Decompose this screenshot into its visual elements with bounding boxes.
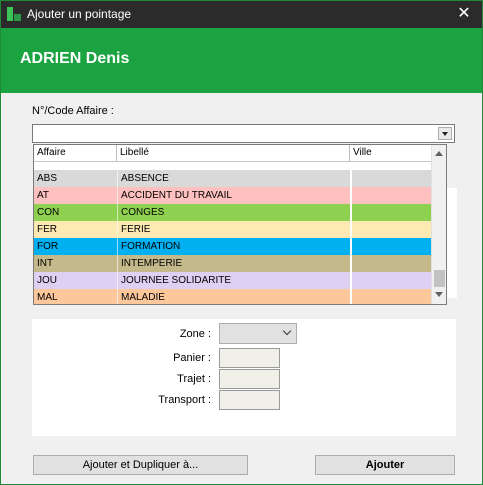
affaire-code: FER bbox=[37, 224, 57, 235]
add-and-duplicate-button[interactable]: Ajouter et Dupliquer à... bbox=[33, 455, 248, 475]
window-title: Ajouter un pointage bbox=[27, 7, 132, 21]
affaire-ville bbox=[350, 170, 431, 187]
affaire-libelle: INTEMPERIE bbox=[117, 255, 350, 272]
vertical-scrollbar[interactable] bbox=[431, 145, 446, 304]
list-header: Affaire Libellé Ville bbox=[34, 145, 431, 162]
affaire-code: INT bbox=[37, 258, 54, 269]
affaire-ville bbox=[350, 221, 431, 238]
scroll-thumb[interactable] bbox=[434, 270, 445, 287]
list-item[interactable]: CON CONGES bbox=[34, 204, 431, 221]
add-button[interactable]: Ajouter bbox=[315, 455, 455, 475]
chevron-down-icon bbox=[284, 328, 292, 336]
affaire-code: AT bbox=[37, 190, 50, 201]
column-header-ville[interactable]: Ville bbox=[350, 145, 431, 161]
close-icon[interactable]: ✕ bbox=[452, 4, 476, 24]
affaire-ville bbox=[350, 289, 431, 304]
affaire-libelle: FORMATION bbox=[117, 238, 350, 255]
affaire-ville bbox=[350, 204, 431, 221]
affaire-code: CON bbox=[37, 207, 60, 218]
affaire-code: ABS bbox=[37, 173, 58, 184]
dialog-window: Ajouter un pointage ✕ ADRIEN Denis N°/Co… bbox=[0, 0, 483, 485]
affaire-ville bbox=[350, 255, 431, 272]
scroll-up-icon[interactable] bbox=[432, 147, 446, 161]
list-item[interactable]: INT INTEMPERIE bbox=[34, 255, 431, 272]
list-item[interactable]: FER FERIE bbox=[34, 221, 431, 238]
list-item-partial: ... bbox=[34, 162, 431, 170]
affaire-ville bbox=[350, 238, 431, 255]
column-header-affaire[interactable]: Affaire bbox=[34, 145, 117, 161]
affaire-ville bbox=[350, 272, 431, 289]
app-logo-icon bbox=[7, 7, 21, 21]
zone-label: Zone : bbox=[179, 328, 211, 340]
affaire-code: JOU bbox=[37, 275, 57, 286]
affaire-dropdown-list[interactable]: Affaire Libellé Ville ... ABS ABSENCE AT AC… bbox=[33, 144, 447, 305]
trajet-field[interactable] bbox=[219, 369, 280, 389]
list-item[interactable]: FOR FORMATION bbox=[34, 238, 431, 255]
affaire-libelle: MALADIE bbox=[117, 289, 350, 304]
column-header-libelle[interactable]: Libellé bbox=[117, 145, 350, 161]
affaire-libelle: ACCIDENT DU TRAVAIL bbox=[117, 187, 350, 204]
affaire-libelle: FERIE bbox=[117, 221, 350, 238]
title-bar: Ajouter un pointage ✕ bbox=[1, 1, 482, 28]
code-affaire-combobox[interactable] bbox=[32, 124, 455, 143]
trajet-label: Trajet : bbox=[177, 373, 211, 385]
list-item[interactable]: MAL MALADIE bbox=[34, 289, 431, 304]
header-band: ADRIEN Denis bbox=[1, 28, 482, 93]
affaire-code: FOR bbox=[37, 241, 59, 252]
transport-field[interactable] bbox=[219, 390, 280, 410]
affaire-libelle: JOURNEE SOLIDARITE bbox=[117, 272, 350, 289]
list-item[interactable]: ABS ABSENCE bbox=[34, 170, 431, 187]
list-rows: ABS ABSENCE AT ACCIDENT DU TRAVAIL CON CONGES… bbox=[34, 170, 431, 304]
affaire-ville bbox=[350, 187, 431, 204]
list-item[interactable]: AT ACCIDENT DU TRAVAIL bbox=[34, 187, 431, 204]
person-name: ADRIEN Denis bbox=[20, 50, 130, 67]
zone-select[interactable] bbox=[219, 323, 297, 344]
affaire-code: MAL bbox=[37, 292, 58, 303]
scroll-down-icon[interactable] bbox=[432, 288, 446, 302]
list-item[interactable]: JOU JOURNEE SOLIDARITE bbox=[34, 272, 431, 289]
affaire-libelle: CONGES bbox=[117, 204, 350, 221]
panier-field[interactable] bbox=[219, 348, 280, 368]
partial-row-text: ... bbox=[120, 162, 128, 163]
code-affaire-label: N°/Code Affaire : bbox=[32, 105, 114, 117]
chevron-down-icon[interactable] bbox=[438, 127, 452, 140]
transport-label: Transport : bbox=[158, 394, 211, 406]
panier-label: Panier : bbox=[173, 352, 211, 364]
affaire-libelle: ABSENCE bbox=[117, 170, 350, 187]
